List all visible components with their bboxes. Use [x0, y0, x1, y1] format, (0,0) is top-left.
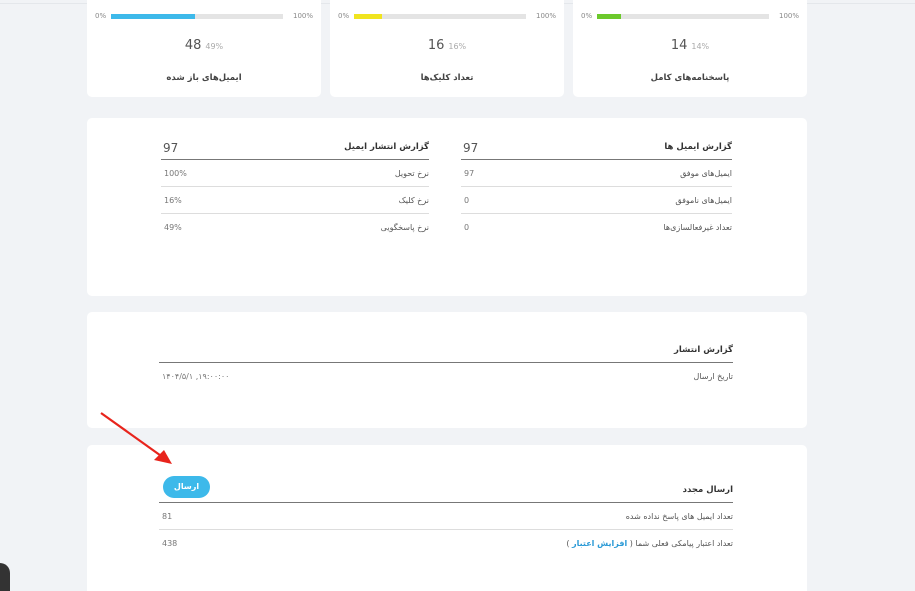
progress-fill [597, 14, 622, 19]
progress-row: 100% 0% [95, 12, 313, 22]
progress-track [354, 14, 526, 19]
stat-percent: 49% [205, 42, 224, 51]
table-row: نرخ پاسخگویی 49% [161, 214, 429, 241]
progress-min-label: 0% [581, 12, 593, 20]
row-value: 0 [464, 196, 470, 205]
stat-value: 14 [670, 38, 688, 53]
progress-min-label: 0% [338, 12, 350, 20]
row-label: ایمیل‌های موفق [680, 169, 732, 178]
table-header: گزارش انتشار ایمیل 97 [161, 131, 429, 160]
table-header: گزارش ایمیل ها 97 [461, 131, 732, 160]
progress-fill [354, 14, 382, 19]
publish-email-report-table: گزارش انتشار ایمیل 97 نرخ تحویل 100% نرخ … [161, 131, 429, 241]
row-label: ایمیل‌های ناموفق [675, 196, 732, 205]
corner-widget-icon[interactable] [0, 563, 10, 591]
stat-value: 16 [427, 38, 445, 53]
table-row: تعداد ایمیل های پاسخ نداده شده 81 [159, 503, 733, 530]
send-date-value: ۱۴۰۴/۵/۱ ,۱۹:۰۰:۰۰ [162, 372, 230, 381]
stat-value-row: 14 14% [573, 38, 807, 53]
row-value: 81 [162, 512, 173, 521]
arrow-shaft [100, 412, 165, 459]
progress-row: 100% 0% [581, 12, 799, 22]
table-title: گزارش انتشار ایمیل [344, 142, 429, 152]
stat-card-complete-responses: 100% 0% 14 14% پاسخنامه‌های کامل [573, 0, 807, 97]
row-value: 100% [164, 169, 187, 178]
table-row: تعداد اعتبار پیامکی فعلی شما ( افزایش اع… [159, 530, 733, 557]
table-row: نرخ تحویل 100% [161, 160, 429, 187]
row-label: نرخ تحویل [394, 169, 429, 178]
reports-card: گزارش ایمیل ها 97 ایمیل‌های موفق 97 ایمیل… [87, 118, 807, 296]
publish-report-table: گزارش انتشار تاریخ ارسال ۱۴۰۴/۵/۱ ,۱۹:۰۰:… [159, 334, 733, 390]
stat-label: ایمیل‌های باز شده [166, 73, 242, 83]
progress-max-label: 100% [292, 12, 313, 20]
progress-min-label: 0% [95, 12, 107, 20]
stat-label: پاسخنامه‌های کامل [650, 73, 730, 83]
stat-value-row: 16 16% [330, 38, 564, 53]
table-total: 97 [463, 141, 479, 155]
publish-report-card: گزارش انتشار تاریخ ارسال ۱۴۰۴/۵/۱ ,۱۹:۰۰:… [87, 312, 807, 428]
email-report-table: گزارش ایمیل ها 97 ایمیل‌های موفق 97 ایمیل… [461, 131, 732, 241]
table-title: ارسال مجدد [682, 485, 733, 495]
progress-row: 100% 0% [338, 12, 556, 22]
table-row: تعداد غیرفعالسازی‌ها 0 [461, 214, 732, 241]
row-value: 438 [162, 539, 178, 548]
stat-value: 48 [184, 38, 202, 53]
row-label: تعداد غیرفعالسازی‌ها [663, 223, 732, 232]
credit-label-suffix: ) [566, 539, 570, 548]
stat-percent: 14% [691, 42, 710, 51]
stat-percent: 16% [448, 42, 467, 51]
resend-table: ارسال مجدد تعداد ایمیل های پاسخ نداده شد… [159, 474, 733, 557]
table-title: گزارش انتشار [673, 345, 733, 355]
stat-label: تعداد کلیک‌ها [420, 73, 474, 83]
table-row: تاریخ ارسال ۱۴۰۴/۵/۱ ,۱۹:۰۰:۰۰ [159, 363, 733, 390]
table-row: ایمیل‌های ناموفق 0 [461, 187, 732, 214]
progress-max-label: 100% [778, 12, 799, 20]
row-label: نرخ پاسخگویی [380, 223, 429, 232]
table-total: 97 [163, 141, 179, 155]
table-row: ایمیل‌های موفق 97 [461, 160, 732, 187]
progress-max-label: 100% [535, 12, 556, 20]
credit-label: تعداد اعتبار پیامکی فعلی شما ( افزایش اع… [566, 539, 733, 548]
progress-track [597, 14, 769, 19]
row-label: تعداد ایمیل های پاسخ نداده شده [625, 512, 733, 521]
resend-card: ارسال مجدد تعداد ایمیل های پاسخ نداده شد… [87, 445, 807, 591]
row-label: نرخ کلیک [398, 196, 429, 205]
table-header: گزارش انتشار [159, 334, 733, 363]
stat-card-clicks: 100% 0% 16 16% تعداد کلیک‌ها [330, 0, 564, 97]
row-value: 16% [164, 196, 182, 205]
table-row: نرخ کلیک 16% [161, 187, 429, 214]
progress-fill [111, 14, 196, 19]
stat-value-row: 48 49% [87, 38, 321, 53]
row-value: 49% [164, 223, 182, 232]
send-button[interactable]: ارسال [163, 476, 210, 498]
row-value: 97 [464, 169, 475, 178]
progress-track [111, 14, 283, 19]
row-label: تاریخ ارسال [693, 372, 734, 381]
table-header: ارسال مجدد [159, 474, 733, 503]
table-title: گزارش ایمیل ها [664, 142, 732, 152]
red-arrow-icon [100, 412, 172, 464]
stat-card-opened-emails: 100% 0% 48 49% ایمیل‌های باز شده [87, 0, 321, 97]
credit-label-prefix: تعداد اعتبار پیامکی فعلی شما ( [629, 539, 733, 548]
row-value: 0 [464, 223, 470, 232]
increase-credit-link[interactable]: افزایش اعتبار [572, 539, 627, 548]
